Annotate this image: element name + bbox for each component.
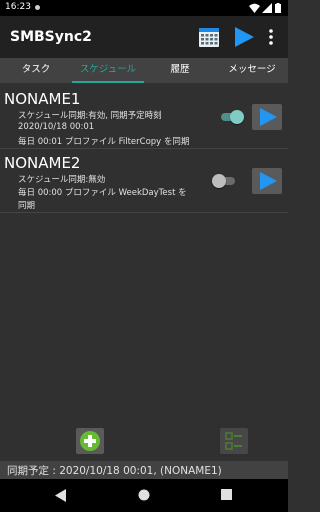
notification-dot-icon — [35, 5, 40, 10]
overflow-menu-button[interactable] — [262, 25, 280, 49]
tab-history[interactable]: 履歴 — [144, 58, 216, 83]
select-mode-button[interactable] — [220, 428, 248, 454]
schedule-next-time: 2020/10/18 00:01 — [18, 122, 95, 132]
schedule-status: スケジュール同期:有効, 同期予定時刻 — [18, 111, 162, 121]
add-circle-icon — [80, 431, 100, 451]
home-icon[interactable] — [138, 489, 150, 501]
calendar-grid-icon — [199, 28, 219, 47]
status-icons — [249, 3, 283, 13]
schedule-description: 毎日 00:01 プロファイル FilterCopy を同期 — [18, 137, 190, 147]
signal-icon — [262, 3, 272, 13]
sync-all-button[interactable] — [232, 25, 256, 49]
tab-messages[interactable]: メッセージ — [216, 58, 288, 83]
run-schedule-button[interactable] — [252, 168, 282, 194]
schedule-list: NONAME1 スケジュール同期:有効, 同期予定時刻 2020/10/18 0… — [0, 85, 288, 460]
checklist-icon — [225, 432, 242, 450]
tab-schedule[interactable]: スケジュール — [72, 58, 144, 83]
next-sync-text: 同期予定 : 2020/10/18 00:01, (NONAME1) — [7, 465, 222, 477]
calendar-button[interactable] — [197, 25, 221, 49]
schedule-description-cont: 同期 — [18, 201, 36, 211]
add-schedule-button[interactable] — [76, 428, 104, 454]
schedule-name: NONAME1 — [4, 90, 81, 108]
schedule-status: スケジュール同期:無効 — [18, 175, 106, 185]
status-bar: 16:23 — [0, 0, 288, 16]
recents-icon[interactable] — [221, 489, 232, 500]
back-icon[interactable] — [55, 489, 67, 502]
toggle-knob — [212, 174, 226, 188]
schedule-enable-toggle[interactable] — [212, 174, 238, 188]
toggle-knob — [230, 110, 244, 124]
play-icon — [260, 108, 277, 126]
status-time: 16:23 — [5, 2, 31, 12]
wifi-icon — [249, 3, 260, 13]
app-title: SMBSync2 — [10, 29, 92, 45]
system-nav-bar — [0, 479, 288, 512]
tab-bar: タスク スケジュール 履歴 メッセージ — [0, 58, 288, 83]
next-sync-bar: 同期予定 : 2020/10/18 00:01, (NONAME1) — [0, 461, 288, 479]
run-schedule-button[interactable] — [252, 104, 282, 130]
tab-tasks[interactable]: タスク — [0, 58, 72, 83]
app-bar: SMBSync2 — [0, 16, 288, 58]
play-icon — [260, 172, 277, 190]
divider — [0, 212, 288, 213]
schedule-enable-toggle[interactable] — [218, 110, 244, 124]
more-vert-icon — [269, 29, 273, 45]
schedule-item[interactable]: NONAME2 スケジュール同期:無効 毎日 00:00 プロファイル Week… — [0, 149, 288, 211]
schedule-name: NONAME2 — [4, 154, 81, 172]
schedule-item[interactable]: NONAME1 スケジュール同期:有効, 同期予定時刻 2020/10/18 0… — [0, 85, 288, 147]
play-icon — [235, 27, 254, 47]
schedule-description: 毎日 00:00 プロファイル WeekDayTest を — [18, 188, 187, 198]
battery-icon — [275, 3, 281, 13]
